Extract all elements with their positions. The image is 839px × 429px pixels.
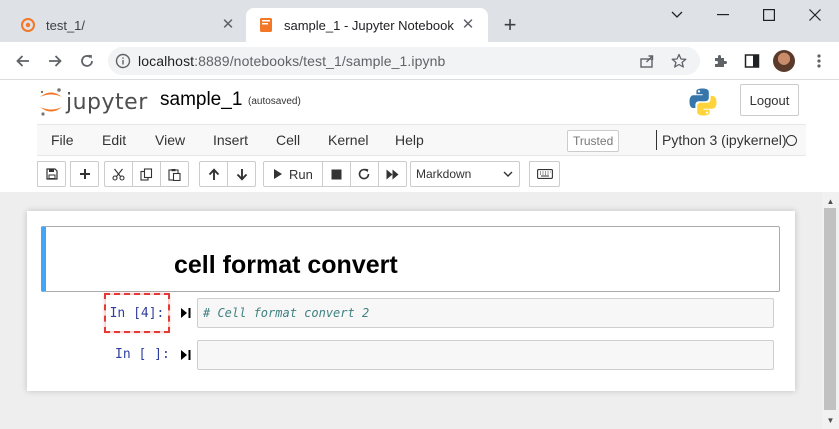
scrollbar-thumb[interactable] xyxy=(824,208,836,410)
insert-cell-button[interactable] xyxy=(70,161,99,187)
keyboard-icon xyxy=(536,169,553,179)
kernel-divider xyxy=(656,130,657,150)
trusted-indicator[interactable]: Trusted xyxy=(567,130,620,152)
maximize-icon[interactable] xyxy=(746,0,792,30)
interrupt-kernel-button[interactable] xyxy=(321,161,351,187)
input-prompt-label: In [4]: xyxy=(109,305,165,321)
markdown-cell[interactable]: cell format convert xyxy=(41,226,780,292)
url-text: localhost:8889/notebooks/test_1/sample_1… xyxy=(138,53,445,69)
input-prompt-label: In [ ]: xyxy=(115,347,170,362)
cell-type-select[interactable]: Markdown xyxy=(410,161,520,187)
tab-title: test_1/ xyxy=(46,17,86,33)
minimize-icon[interactable] xyxy=(700,0,746,30)
plus-icon xyxy=(79,169,90,179)
forward-arrow-icon[interactable] xyxy=(42,48,68,74)
run-cell-icon[interactable] xyxy=(180,307,192,319)
save-icon xyxy=(45,168,58,180)
jupyter-logo[interactable]: jupyter xyxy=(38,86,148,118)
python-logo-icon xyxy=(689,88,717,116)
reload-icon[interactable] xyxy=(74,48,100,74)
save-button[interactable] xyxy=(37,161,66,187)
menu-edit[interactable]: Edit xyxy=(102,132,126,148)
browser-tab-sample1[interactable]: sample_1 - Jupyter Notebook ✕ xyxy=(246,8,488,42)
site-info-icon[interactable] xyxy=(108,53,138,69)
paste-icon xyxy=(168,168,181,181)
input-prompt: In [ ]: xyxy=(115,347,170,362)
more-menu-icon[interactable] xyxy=(806,48,832,74)
markdown-heading: cell format convert xyxy=(174,251,398,279)
cell-type-value: Markdown xyxy=(416,167,472,181)
menu-help[interactable]: Help xyxy=(395,132,424,148)
address-bar[interactable]: localhost:8889/notebooks/test_1/sample_1… xyxy=(108,47,700,75)
jupyter-logo-icon xyxy=(40,88,62,116)
jupyter-toolbar: Run Markdown xyxy=(0,156,839,192)
restart-kernel-button[interactable] xyxy=(349,161,379,187)
profile-avatar[interactable] xyxy=(773,50,795,72)
bookmark-star-icon[interactable] xyxy=(670,52,688,70)
notebook-favicon-icon xyxy=(258,17,274,33)
menu-view[interactable]: View xyxy=(155,132,185,148)
notebook-name[interactable]: sample_1 xyxy=(160,89,242,111)
url-path: :8889/notebooks/test_1/sample_1.ipynb xyxy=(194,53,446,69)
chevron-down-icon[interactable] xyxy=(654,0,700,30)
kernel-name[interactable]: Python 3 (ipykernel) xyxy=(662,132,787,148)
restart-icon xyxy=(359,168,370,180)
browser-tabstrip: test_1/ ✕ sample_1 - Jupyter Notebook ✕ … xyxy=(0,0,839,42)
tab-title: sample_1 - Jupyter Notebook xyxy=(284,17,454,33)
arrow-up-icon xyxy=(208,167,219,180)
restart-run-all-button[interactable] xyxy=(377,161,407,187)
command-palette-button[interactable] xyxy=(529,161,560,187)
run-cell-icon[interactable] xyxy=(180,349,192,361)
run-label: Run xyxy=(289,166,313,182)
autosave-status: (autosaved) xyxy=(248,96,301,107)
jupyter-logo-text: jupyter xyxy=(66,89,148,115)
code-input-area[interactable] xyxy=(197,340,774,370)
kernel-idle-indicator-icon xyxy=(786,135,797,146)
code-comment: # Cell format convert 2 xyxy=(203,306,370,320)
jupyter-menubar: File Edit View Insert Cell Kernel Help T… xyxy=(37,124,806,156)
logout-button[interactable]: Logout xyxy=(740,84,799,116)
menu-insert[interactable]: Insert xyxy=(213,132,248,148)
fast-forward-icon xyxy=(386,169,399,179)
browser-toolbar: localhost:8889/notebooks/test_1/sample_1… xyxy=(0,42,839,80)
jupyter-favicon-icon xyxy=(20,17,36,33)
scissors-icon xyxy=(112,168,125,181)
url-host: localhost xyxy=(138,53,195,69)
menu-kernel[interactable]: Kernel xyxy=(328,132,368,148)
copy-icon xyxy=(140,167,153,181)
extensions-puzzle-icon[interactable] xyxy=(707,48,733,74)
browser-tab-test1[interactable]: test_1/ ✕ xyxy=(8,8,248,42)
play-icon xyxy=(274,169,282,179)
stop-icon xyxy=(331,169,342,179)
scroll-down-arrow-icon[interactable]: ▼ xyxy=(822,413,839,427)
close-tab-icon[interactable]: ✕ xyxy=(460,17,476,33)
paste-button[interactable] xyxy=(160,161,189,187)
back-arrow-icon[interactable] xyxy=(10,48,36,74)
close-tab-icon[interactable]: ✕ xyxy=(220,17,236,33)
share-icon[interactable] xyxy=(638,52,656,70)
arrow-down-icon xyxy=(236,168,247,181)
new-tab-plus-icon[interactable]: + xyxy=(497,13,523,39)
code-input-area[interactable]: # Cell format convert 2 xyxy=(197,298,774,328)
menu-file[interactable]: File xyxy=(51,132,74,148)
run-button[interactable]: Run xyxy=(263,161,323,187)
move-up-button[interactable] xyxy=(199,161,228,187)
jupyter-header: jupyter sample_1 (autosaved) Logout xyxy=(0,80,839,124)
move-down-button[interactable] xyxy=(227,161,256,187)
chevron-down-icon xyxy=(503,171,513,177)
cut-button[interactable] xyxy=(104,161,133,187)
menu-cell[interactable]: Cell xyxy=(276,132,300,148)
scroll-up-arrow-icon[interactable]: ▲ xyxy=(822,194,839,208)
close-window-icon[interactable] xyxy=(792,0,838,30)
input-prompt: In [4]: xyxy=(104,293,170,333)
side-panel-icon[interactable] xyxy=(739,48,765,74)
copy-button[interactable] xyxy=(132,161,161,187)
